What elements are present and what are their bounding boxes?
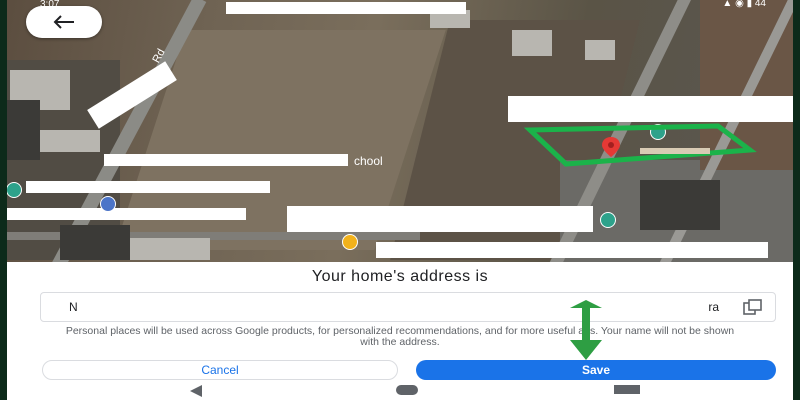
cancel-button[interactable]: Cancel xyxy=(42,360,398,380)
address-field[interactable]: N ra xyxy=(40,292,776,322)
address-sheet: Your home's address is N ra Personal pla… xyxy=(0,262,800,400)
place-marker-icon[interactable] xyxy=(342,234,358,250)
back-button[interactable] xyxy=(26,6,102,38)
map-building xyxy=(640,180,720,230)
redaction-bar xyxy=(0,208,246,220)
address-text-end: ra xyxy=(708,300,719,314)
redaction-bar xyxy=(104,154,348,166)
location-pin-icon[interactable] xyxy=(600,136,622,158)
place-marker-icon[interactable] xyxy=(600,212,616,228)
bus-stop-icon[interactable] xyxy=(100,196,116,212)
map-building xyxy=(120,238,210,260)
status-icons: ▲ ◉ ▮ 44 xyxy=(722,0,766,9)
nav-home-icon[interactable] xyxy=(396,385,418,395)
school-label: chool xyxy=(354,154,383,168)
status-bar: 3:07 ▲ ◉ ▮ 44 xyxy=(0,0,800,10)
save-button[interactable]: Save xyxy=(416,360,776,380)
nav-recents-icon[interactable] xyxy=(614,385,640,394)
map-building xyxy=(585,40,615,60)
redaction-bar xyxy=(376,242,768,258)
map-building xyxy=(60,225,130,260)
map-building xyxy=(0,100,40,160)
arrow-left-icon xyxy=(53,15,74,29)
home-outline xyxy=(523,123,757,167)
sheet-title: Your home's address is xyxy=(311,268,489,285)
map-building xyxy=(40,130,100,152)
redaction-bar xyxy=(287,206,593,232)
nav-back-icon[interactable] xyxy=(188,384,204,398)
copy-icon[interactable] xyxy=(743,299,763,315)
address-text-start: N xyxy=(69,300,78,314)
map-building xyxy=(512,30,552,56)
system-nav-bar xyxy=(0,382,800,400)
redaction-bar xyxy=(26,181,270,193)
satellite-map[interactable]: 3:07 ▲ ◉ ▮ 44 Rd chool xyxy=(0,0,800,262)
arrow-down-icon xyxy=(570,300,602,360)
place-marker-icon[interactable] xyxy=(6,182,22,198)
privacy-disclaimer: Personal places will be used across Goog… xyxy=(65,325,735,348)
